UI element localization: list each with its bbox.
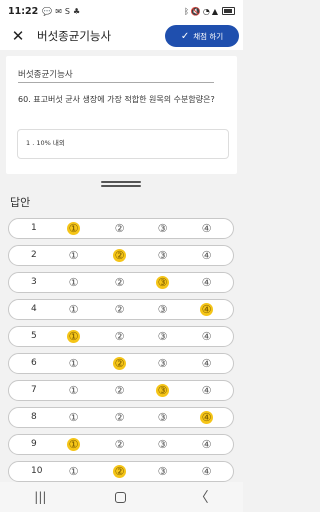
answer-option-1[interactable]: ① (67, 330, 80, 343)
answer-option-2[interactable]: ② (113, 411, 126, 424)
chat-icon: 💬 (42, 6, 53, 16)
answer-option-4[interactable]: ④ (200, 384, 213, 397)
answer-option-4[interactable]: ④ (200, 276, 213, 289)
answer-option-1[interactable]: ① (67, 411, 80, 424)
answer-row-number: 10 (31, 466, 43, 476)
answer-row: 6 ① ② ③ ④ (8, 353, 234, 374)
page-title: 버섯종균기능사 (37, 29, 112, 43)
answer-row-number: 6 (31, 358, 37, 368)
answer-option-4[interactable]: ④ (200, 357, 213, 370)
answer-row: 4 ① ② ③ ④ (8, 299, 234, 320)
answer-row-number: 9 (31, 439, 37, 449)
answer-row: 5 ① ② ③ ④ (8, 326, 234, 347)
divider (18, 82, 214, 83)
answer-option-1[interactable]: ① (67, 249, 80, 262)
s-icon: S (64, 6, 70, 16)
answer-box[interactable]: 1 . 10% 내외 (17, 129, 229, 159)
back-button[interactable]: 〈 (195, 487, 209, 507)
app-icon: ♣ (73, 6, 81, 16)
answer-option-1[interactable]: ① (67, 357, 80, 370)
close-icon[interactable]: ✕ (7, 27, 29, 45)
answer-row-number: 1 (31, 223, 37, 233)
answer-option-3[interactable]: ③ (156, 330, 169, 343)
answer-option-4[interactable]: ④ (200, 411, 213, 424)
answer-row: 8 ① ② ③ ④ (8, 407, 234, 428)
answer-row-number: 7 (31, 385, 37, 395)
recents-button[interactable]: ||| (34, 490, 46, 504)
answer-option-1[interactable]: ① (67, 465, 80, 478)
answer-option-3[interactable]: ③ (156, 411, 169, 424)
answer-section-label: 답안 (10, 196, 31, 209)
answer-option-2[interactable]: ② (113, 330, 126, 343)
answer-row: 7 ① ② ③ ④ (8, 380, 234, 401)
answer-option-3[interactable]: ③ (156, 357, 169, 370)
answer-row: 10 ① ② ③ ④ (8, 461, 234, 482)
wifi-icon: ◔ (202, 6, 210, 16)
bluetooth-icon: ᛒ (184, 6, 189, 16)
answer-row: 3 ① ② ③ ④ (8, 272, 234, 293)
status-bar: 11:22 💬 ✉ S ♣ ᛒ 🔇 ◔ ▲ (0, 0, 243, 22)
answer-option-1[interactable]: ① (67, 438, 80, 451)
answer-option-3[interactable]: ③ (156, 465, 169, 478)
signal-icon: ▲ (211, 6, 218, 16)
question-card: 버섯종균기능사 60. 표고버섯 균사 생장에 가장 적합한 원목의 수분함량은… (6, 56, 237, 174)
answer-option-2[interactable]: ② (113, 276, 126, 289)
drag-handle[interactable] (101, 181, 141, 183)
answer-option-1[interactable]: ① (67, 276, 80, 289)
answer-option-4[interactable]: ④ (200, 303, 213, 316)
answer-row-number: 4 (31, 304, 37, 314)
home-button[interactable] (115, 491, 127, 503)
answer-option-2[interactable]: ② (113, 303, 126, 316)
answer-option-1[interactable]: ① (67, 303, 80, 316)
answer-option-4[interactable]: ④ (200, 330, 213, 343)
answer-option-3[interactable]: ③ (156, 222, 169, 235)
navigation-bar: ||| 〈 (0, 482, 243, 512)
app-bar: ✕ 버섯종균기능사 ✓ 채점 하기 (0, 22, 243, 50)
answer-option-2[interactable]: ② (113, 249, 126, 262)
answer-row-number: 8 (31, 412, 37, 422)
question-text: 60. 표고버섯 균사 생장에 가장 적합한 원목의 수분함량은? (18, 95, 215, 104)
check-icon: ✓ (180, 30, 190, 42)
text-icon: ✉ (55, 6, 62, 16)
answer-row: 2 ① ② ③ ④ (8, 245, 234, 266)
answer-option-4[interactable]: ④ (200, 222, 213, 235)
mute-icon: 🔇 (190, 6, 201, 16)
answer-option-2[interactable]: ② (113, 384, 126, 397)
answer-option-4[interactable]: ④ (200, 438, 213, 451)
submit-grade-label: 채점 하기 (193, 31, 224, 41)
answer-option-3[interactable]: ③ (156, 384, 169, 397)
answer-option-2[interactable]: ② (113, 357, 126, 370)
status-time: 11:22 (8, 5, 39, 17)
answer-row: 9 ① ② ③ ④ (8, 434, 234, 455)
answer-row-number: 2 (31, 250, 37, 260)
answer-option-3[interactable]: ③ (156, 303, 169, 316)
submit-grade-button[interactable]: ✓ 채점 하기 (165, 25, 239, 47)
drag-handle[interactable] (101, 185, 141, 187)
answer-option-1[interactable]: ① (67, 222, 80, 235)
battery-icon (222, 7, 235, 15)
answer-row-number: 3 (31, 277, 37, 287)
answer-option-2[interactable]: ② (113, 465, 126, 478)
question-subject: 버섯종균기능사 (18, 70, 73, 80)
answer-row-number: 5 (31, 331, 37, 341)
answer-option-3[interactable]: ③ (156, 276, 169, 289)
answer-option-3[interactable]: ③ (156, 438, 169, 451)
answer-text: 1 . 10% 내외 (26, 139, 65, 147)
answer-option-4[interactable]: ④ (200, 465, 213, 478)
answer-option-1[interactable]: ① (67, 384, 80, 397)
answer-row: 1 ① ② ③ ④ (8, 218, 234, 239)
answer-option-2[interactable]: ② (113, 222, 126, 235)
answer-option-4[interactable]: ④ (200, 249, 213, 262)
answer-option-3[interactable]: ③ (156, 249, 169, 262)
answer-option-2[interactable]: ② (113, 438, 126, 451)
